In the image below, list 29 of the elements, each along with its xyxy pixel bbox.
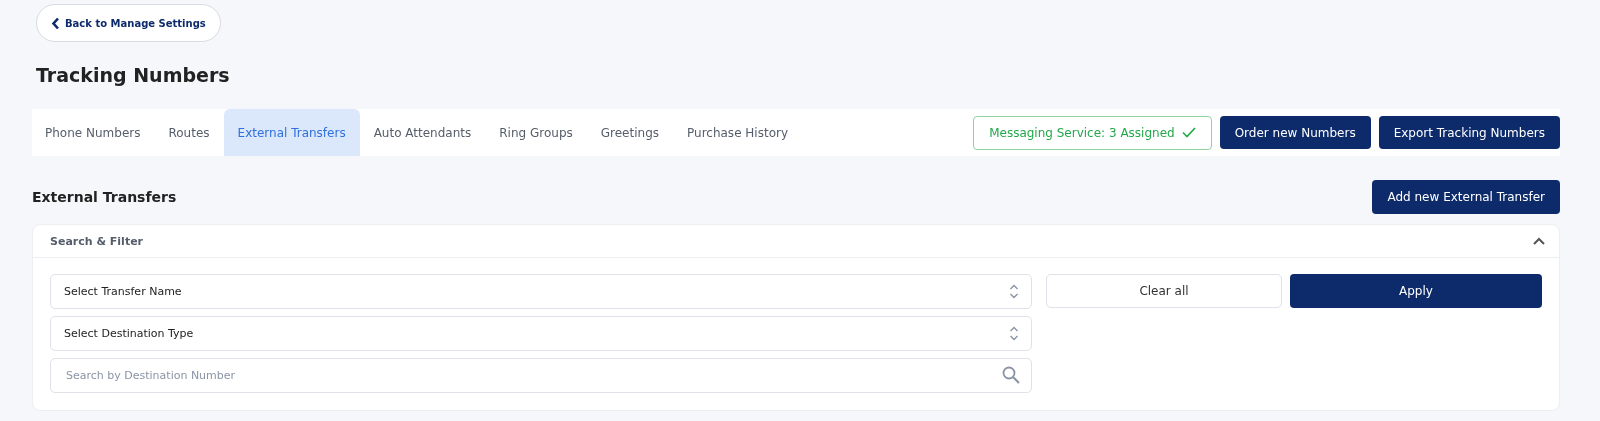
search-icon — [1002, 366, 1020, 384]
tab[interactable]: Auto Attendants — [359, 109, 486, 156]
tab[interactable]: Routes — [154, 109, 224, 156]
tab[interactable]: External Transfers — [223, 109, 360, 156]
back-button[interactable]: Back to Manage Settings — [36, 4, 221, 42]
tab[interactable]: Greetings — [586, 109, 673, 156]
tab[interactable]: Purchase History — [673, 109, 802, 156]
header-button[interactable]: Order new Numbers — [1219, 116, 1371, 149]
page-title: Tracking Numbers — [36, 64, 231, 86]
tab[interactable]: Ring Groups — [485, 109, 587, 156]
status-label: Messaging Service: 3 Assigned — [989, 125, 1175, 140]
chevron-left-icon — [51, 16, 60, 30]
back-label: Back to Manage Settings — [65, 17, 206, 29]
header-button[interactable]: Export Tracking Numbers — [1378, 116, 1560, 149]
updown-chevron-icon — [1009, 326, 1019, 341]
clear-all-button[interactable]: Clear all — [1046, 274, 1282, 308]
select-value: Select Destination Type — [64, 327, 194, 340]
collapse-chevron-icon[interactable] — [1533, 237, 1545, 245]
updown-chevron-icon — [1009, 284, 1019, 299]
add-transfer-button[interactable]: Add new External Transfer — [1372, 180, 1560, 214]
checkmark-icon — [1181, 127, 1196, 138]
section-title: External Transfers — [32, 189, 177, 205]
apply-button[interactable]: Apply — [1290, 274, 1542, 308]
filter-title: Search & Filter — [50, 234, 144, 248]
tab[interactable]: Phone Numbers — [32, 109, 155, 156]
select-field[interactable]: Select Transfer Name — [50, 274, 1032, 309]
select-value: Select Transfer Name — [64, 285, 182, 298]
search-field[interactable]: Search by Destination Number — [50, 358, 1032, 393]
select-field[interactable]: Select Destination Type — [50, 316, 1032, 351]
